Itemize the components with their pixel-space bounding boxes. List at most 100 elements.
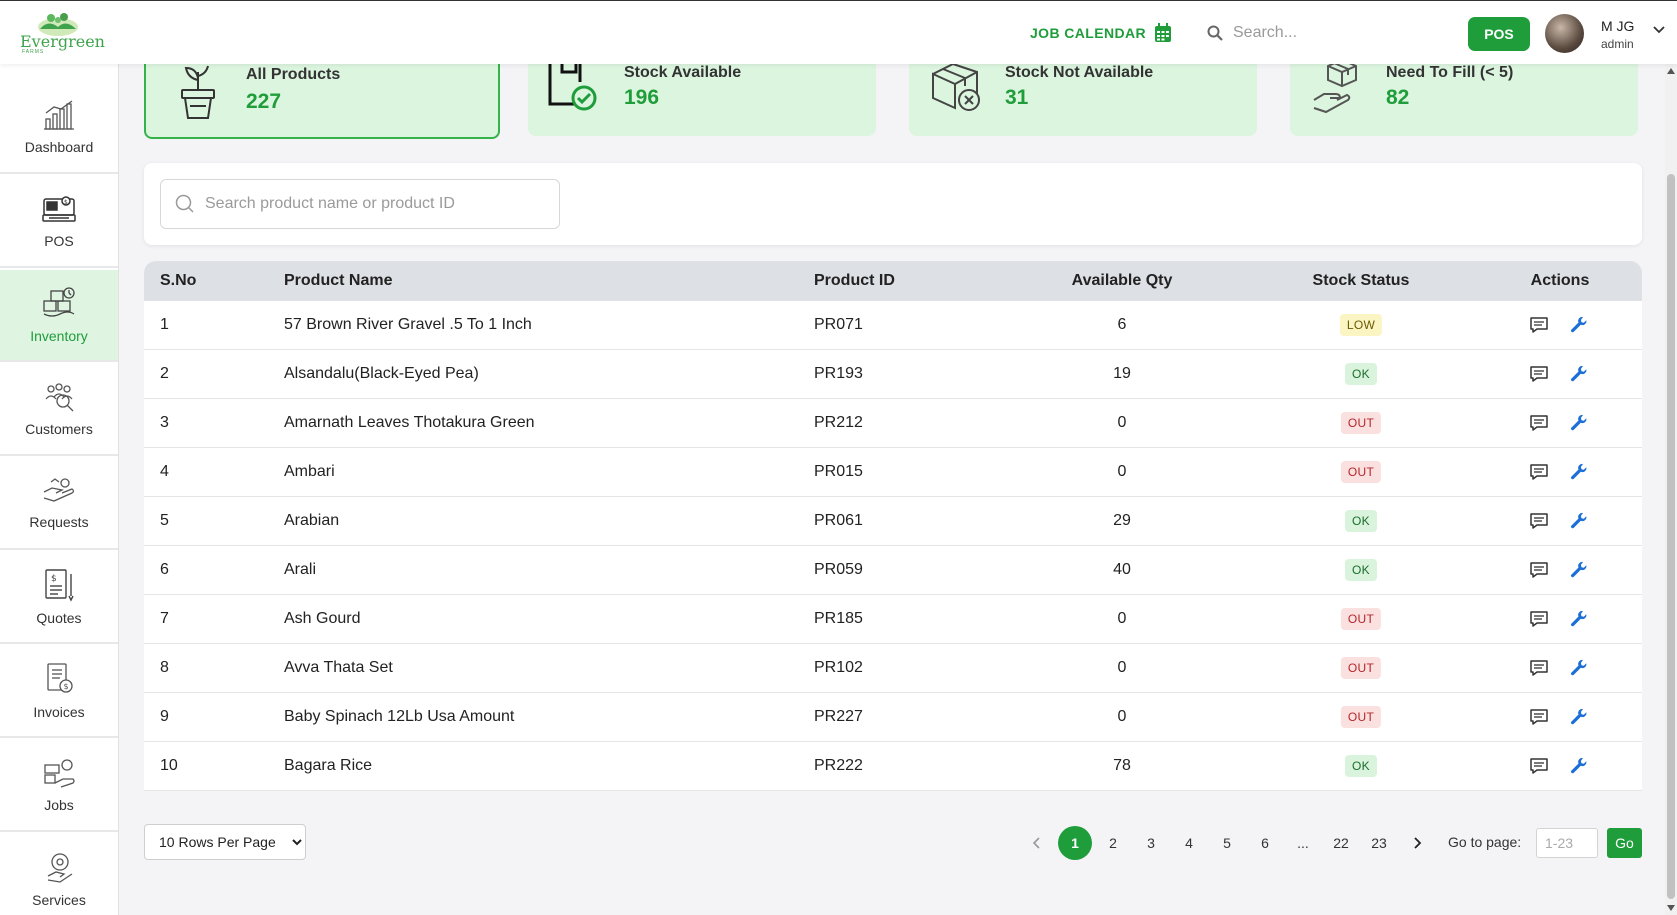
wrench-icon[interactable] [1569,560,1589,580]
cell-product-name: Ambari [284,463,335,480]
table-row[interactable]: 9 Baby Spinach 12Lb Usa Amount PR227 0 OUT [144,693,1642,742]
sidebar-item-quotes[interactable]: $ Quotes [0,552,118,644]
wrench-icon[interactable] [1569,511,1589,531]
sidebar-item-invoices[interactable]: $ Invoices [0,646,118,738]
global-search[interactable] [1195,15,1445,51]
vertical-scrollbar[interactable] [1665,64,1677,915]
cell-available-qty: 6 [1117,316,1127,333]
product-search-box[interactable] [160,179,560,229]
table-row[interactable]: 7 Ash Gourd PR185 0 OUT [144,595,1642,644]
goto-page-input[interactable] [1536,828,1598,858]
page-button[interactable]: 5 [1210,826,1244,860]
table-row[interactable]: 1 57 Brown River Gravel .5 To 1 Inch PR071… [144,301,1642,350]
cell-product-id: PR193 [814,365,863,382]
table-row[interactable]: 4 Ambari PR015 0 OUT [144,448,1642,497]
wrench-icon[interactable] [1569,364,1589,384]
brand-subtitle: FARMS [22,49,45,55]
wrench-icon[interactable] [1569,315,1589,335]
table-row[interactable]: 5 Arabian PR061 29 OK [144,497,1642,546]
quote-document-icon: $ [45,569,74,602]
comment-icon[interactable] [1529,757,1549,775]
jobs-icon [44,759,75,788]
prev-page-button[interactable] [1020,826,1054,860]
global-search-input[interactable] [1233,24,1433,42]
sidebar-item-requests[interactable]: Requests [0,458,118,550]
table-row[interactable]: 8 Avva Thata Set PR102 0 OUT [144,644,1642,693]
header-available-qty[interactable]: Available Qty [1072,272,1173,290]
header-product-id[interactable]: Product ID [814,272,895,290]
hand-request-icon [43,478,75,502]
scrollbar-thumb[interactable] [1667,174,1675,899]
comment-icon[interactable] [1529,365,1549,383]
table-row[interactable]: 3 Amarnath Leaves Thotakura Green PR212 0 OU… [144,399,1642,448]
header-product-name[interactable]: Product Name [284,272,392,290]
stat-card-stock-not-available[interactable]: Stock Not Available 31 [909,62,1257,136]
cell-sno: 9 [160,708,169,725]
wrench-icon[interactable] [1569,707,1589,727]
job-calendar-link[interactable]: JOB CALENDAR [1030,23,1172,43]
sidebar-item-services[interactable]: Services [0,834,118,915]
go-button[interactable]: Go [1607,828,1642,858]
cell-product-name: 57 Brown River Gravel .5 To 1 Inch [284,316,532,333]
product-search-input[interactable] [205,195,545,213]
comment-icon[interactable] [1529,708,1549,726]
header-stock-status[interactable]: Stock Status [1313,272,1410,290]
comment-icon[interactable] [1529,512,1549,530]
stat-card-need-to-fill[interactable]: Need To Fill (< 5) 82 [1290,60,1638,136]
avatar[interactable] [1545,14,1584,53]
page-button[interactable]: 4 [1172,826,1206,860]
rows-per-page-select[interactable]: 10 Rows Per Page [144,824,306,860]
cell-sno: 3 [160,414,169,431]
header-sno[interactable]: S.No [160,272,196,290]
comment-icon[interactable] [1529,463,1549,481]
sidebar-item-customers[interactable]: Customers [0,364,118,456]
comment-icon[interactable] [1529,316,1549,334]
comment-icon[interactable] [1529,414,1549,432]
wrench-icon[interactable] [1569,658,1589,678]
sidebar-item-dashboard[interactable]: Dashboard [0,82,118,174]
svg-text:$: $ [64,682,69,691]
comment-icon[interactable] [1529,659,1549,677]
cell-product-id: PR061 [814,512,863,529]
cell-sno: 4 [160,463,169,480]
page-button[interactable]: 2 [1096,826,1130,860]
user-name[interactable]: M JG [1601,18,1634,34]
page-button[interactable]: 1 [1058,826,1092,860]
pos-button[interactable]: POS [1468,17,1530,51]
sidebar-item-inventory[interactable]: Inventory [0,270,118,362]
wrench-icon[interactable] [1569,413,1589,433]
status-badge: OK [1345,755,1377,777]
comment-icon[interactable] [1529,610,1549,628]
sidebar-item-jobs[interactable]: Jobs [0,740,118,832]
status-badge: OK [1345,559,1377,581]
scroll-down-arrow-icon[interactable] [1667,905,1675,911]
table-row[interactable]: 6 Arali PR059 40 OK [144,546,1642,595]
chevron-down-icon[interactable] [1652,25,1666,35]
cell-product-name: Alsandalu(Black-Eyed Pea) [284,365,479,382]
sidebar-item-label: Jobs [44,797,74,813]
table-header: S.No Product Name Product ID Available Q… [144,261,1642,301]
goto-page-label: Go to page: [1448,834,1522,850]
page-button[interactable]: 6 [1248,826,1282,860]
stat-card-stock-available[interactable]: Stock Available 196 [528,60,876,136]
cell-sno: 10 [160,757,178,774]
wrench-icon[interactable] [1569,462,1589,482]
sidebar-item-pos[interactable]: $ POS [0,176,118,268]
status-badge: OK [1345,510,1377,532]
page-button[interactable]: 23 [1362,826,1396,860]
page-button[interactable]: 22 [1324,826,1358,860]
cell-product-name: Ash Gourd [284,610,361,627]
cell-available-qty: 40 [1113,561,1131,578]
cell-product-id: PR222 [814,757,863,774]
comment-icon[interactable] [1529,561,1549,579]
search-icon [1207,25,1223,41]
cell-product-name: Avva Thata Set [284,659,393,676]
scroll-up-arrow-icon[interactable] [1667,68,1675,74]
stat-card-all-products[interactable]: All Products 227 [144,64,500,139]
table-row[interactable]: 10 Bagara Rice PR222 78 OK [144,742,1642,791]
next-page-button[interactable] [1400,826,1434,860]
page-button[interactable]: 3 [1134,826,1168,860]
table-row[interactable]: 2 Alsandalu(Black-Eyed Pea) PR193 19 OK [144,350,1642,399]
wrench-icon[interactable] [1569,609,1589,629]
wrench-icon[interactable] [1569,756,1589,776]
